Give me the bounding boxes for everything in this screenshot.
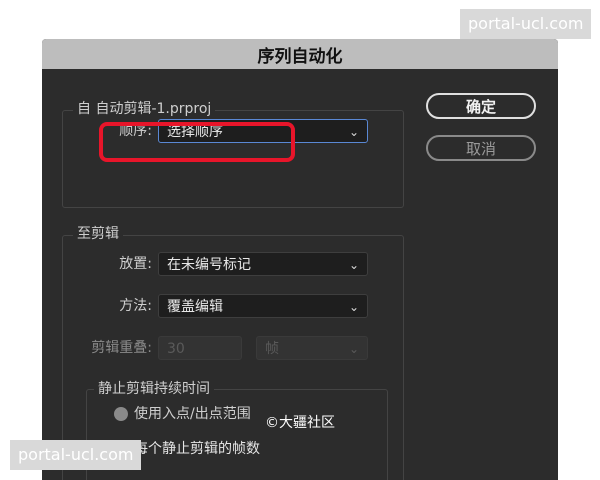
chevron-down-icon: ⌄ [348, 258, 359, 272]
cancel-button[interactable]: 取消 [426, 135, 536, 161]
overlap-unit-select[interactable]: 帧 ⌄ [256, 336, 368, 360]
method-label: 方法: [119, 298, 152, 314]
from-group-label: 自 自动剪辑-1.prproj [73, 100, 216, 118]
chevron-down-icon: ⌄ [348, 342, 359, 356]
dialog-title: 序列自动化 [42, 39, 558, 69]
placement-select[interactable]: 在未编号标记 ⌄ [158, 252, 368, 276]
radio-in-out[interactable] [114, 407, 128, 421]
placement-select-value: 在未编号标记 [167, 257, 251, 273]
chevron-down-icon: ⌄ [348, 125, 359, 139]
credit-watermark: ©大疆社区 [265, 415, 335, 431]
ok-button[interactable]: 确定 [426, 93, 536, 119]
method-select-value: 覆盖编辑 [167, 299, 223, 315]
to-clip-group-label: 至剪辑 [73, 225, 123, 243]
watermark-top: portal-ucl.com [460, 9, 592, 39]
overlap-input[interactable]: 30 [158, 336, 242, 360]
placement-label: 放置: [119, 256, 152, 272]
still-duration-group-label: 静止剪辑持续时间 [94, 380, 214, 398]
chevron-down-icon: ⌄ [348, 300, 359, 314]
method-select[interactable]: 覆盖编辑 ⌄ [158, 294, 368, 318]
overlap-unit-value: 帧 [265, 341, 279, 357]
watermark-bottom: portal-ucl.com [10, 440, 142, 470]
radio-in-out-label: 使用入点/出点范围 [134, 406, 251, 422]
red-highlight-box [99, 122, 295, 162]
radio-frames-label: 每个静止剪辑的帧数 [134, 441, 260, 457]
overlap-label: 剪辑重叠: [91, 340, 152, 356]
overlap-input-value: 30 [167, 341, 185, 357]
